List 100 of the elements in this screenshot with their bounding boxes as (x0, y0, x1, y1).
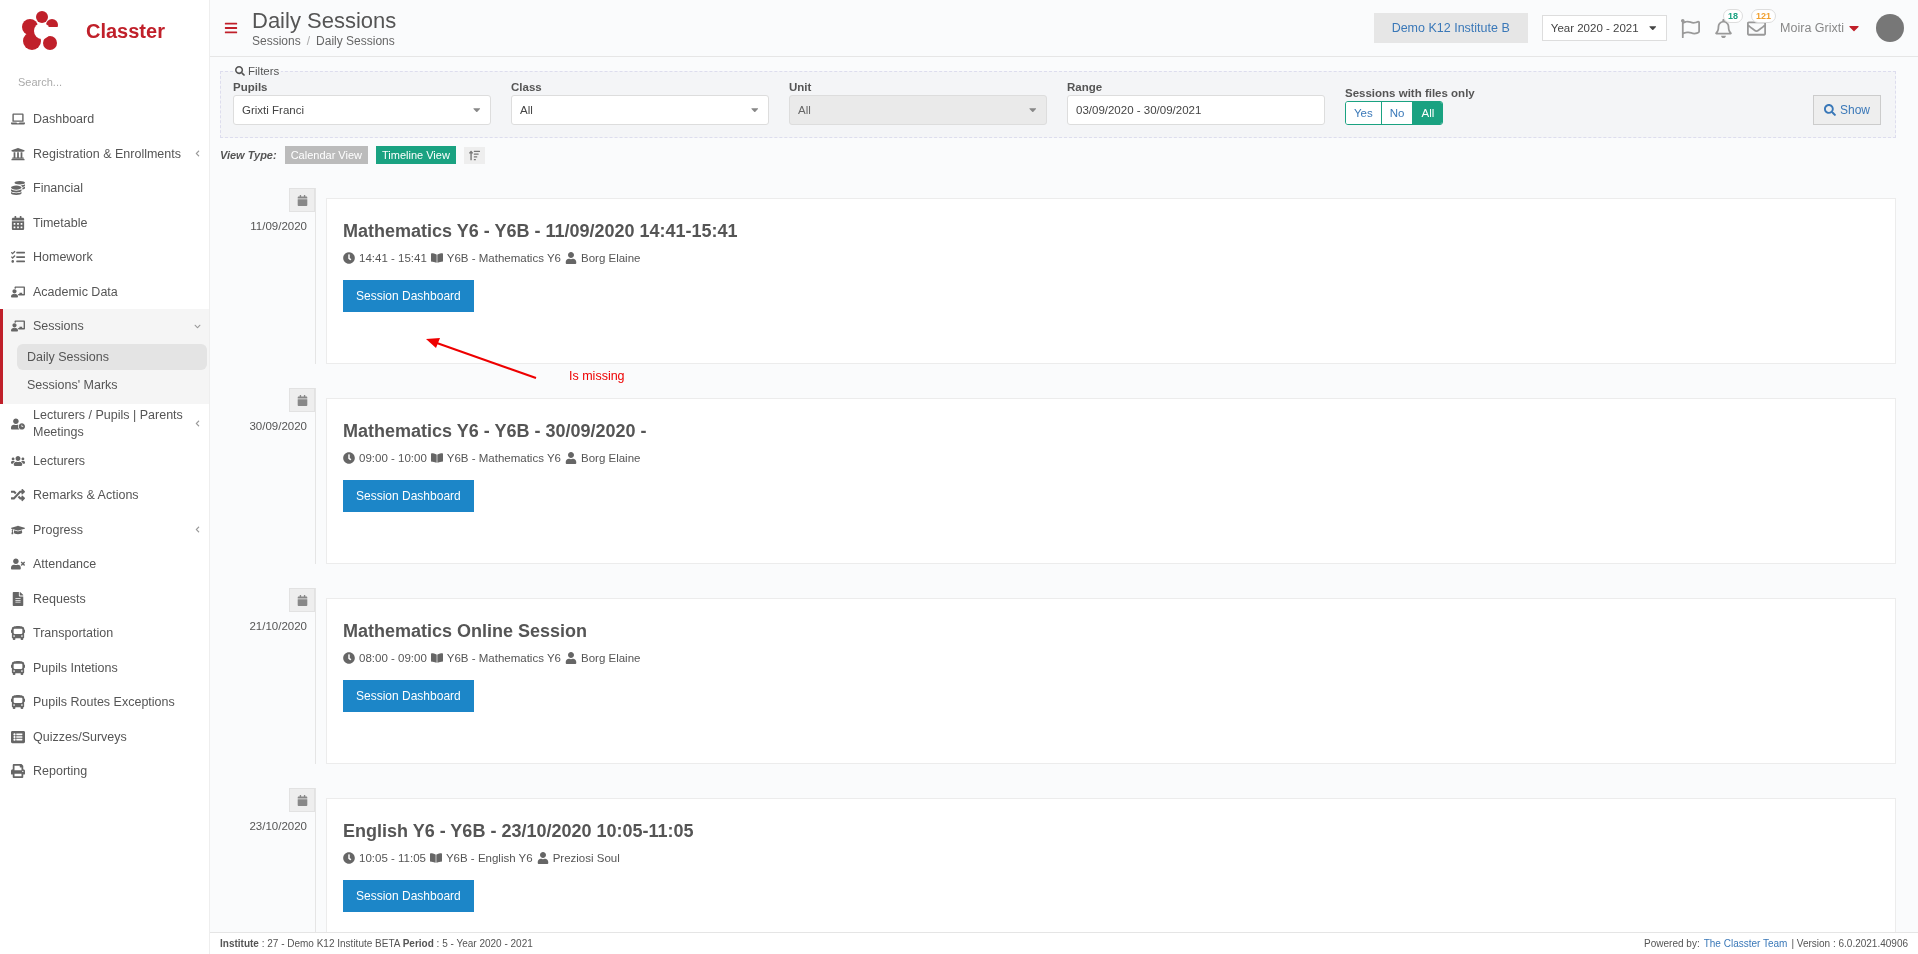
field-label: Pupils (233, 81, 269, 93)
clock-icon (343, 652, 355, 664)
toggle-option[interactable]: Yes (1346, 102, 1382, 124)
footer-info: Institute : 27 - Demo K12 Institute BETA Period : 5 - Year 2020 - 2021 (220, 938, 533, 949)
annotation-text: Is missing (569, 369, 625, 383)
checklist-icon (11, 250, 25, 265)
session-lecturer: Preziosi Soul (552, 852, 620, 864)
sidebar-item[interactable]: Transportation (0, 616, 209, 651)
bus-icon (11, 660, 25, 675)
menu-icon[interactable] (224, 21, 238, 35)
breadcrumb-link[interactable]: Daily Sessions (316, 34, 395, 48)
breadcrumb-separator: / (306, 34, 311, 48)
session-date: 30/09/2020 (249, 420, 308, 432)
sort-icon (468, 149, 480, 161)
sidebar-item[interactable]: Financial (0, 171, 209, 206)
clock-icon (343, 852, 355, 864)
field-label: Range (1067, 81, 1104, 93)
document-icon (11, 591, 25, 606)
chevron-icon (194, 420, 201, 427)
session-lecturer: Borg Elaine (581, 252, 641, 264)
session-class: Y6B - Mathematics Y6 (446, 452, 561, 464)
sidebar-item[interactable]: Requests (0, 581, 209, 616)
sidebar-item[interactable]: Timetable (0, 205, 209, 240)
users-icon (11, 453, 25, 468)
sidebar-item[interactable]: Registration & Enrollments (0, 136, 209, 171)
bus-icon (11, 695, 25, 710)
sidebar-item[interactable]: Pupils Routes Exceptions (0, 685, 209, 720)
session-dashboard-button[interactable]: Session Dashboard (343, 680, 474, 712)
field-label: Sessions with files only (1345, 87, 1475, 99)
institute-button[interactable]: Demo K12 Institute B (1373, 13, 1528, 43)
sidebar-item[interactable]: Reporting (0, 754, 209, 789)
sidebar-item[interactable]: Homework (0, 240, 209, 275)
bank-icon (11, 146, 25, 161)
sidebar-item[interactable]: Lecturers (0, 443, 209, 478)
user-name[interactable]: Moira Grixti (1780, 21, 1844, 35)
select-field[interactable]: Grixti Franci (233, 95, 491, 125)
session-class: Y6B - Mathematics Y6 (446, 252, 561, 264)
teacher-icon (11, 319, 25, 334)
chevron-icon (194, 526, 201, 534)
shuffle-icon (11, 488, 25, 503)
envelope-icon[interactable] (1747, 18, 1767, 38)
session-lecturer: Borg Elaine (581, 452, 641, 464)
date-range-field[interactable]: 03/09/2020 - 30/09/2021 (1067, 95, 1325, 125)
book-icon (430, 652, 443, 664)
select-field[interactable]: All (511, 95, 769, 125)
sidebar-item[interactable]: Sessions (0, 309, 209, 344)
session-class: Y6B - English Y6 (445, 852, 533, 864)
show-button[interactable]: Show (1812, 95, 1881, 125)
bus-icon (11, 626, 25, 641)
book-icon (430, 452, 443, 464)
calendar-icon (11, 215, 25, 230)
page-title: Daily Sessions (252, 8, 397, 34)
sidebar-item[interactable]: Dashboard (0, 102, 209, 137)
message-count: 121 (1751, 8, 1777, 23)
version-text: | Version : 6.0.2021.40906 (1791, 938, 1908, 949)
avatar[interactable] (1876, 14, 1904, 42)
session-date: 23/10/2020 (249, 820, 308, 832)
breadcrumb-link[interactable]: Sessions (252, 34, 301, 48)
sidebar-item[interactable]: Progress (0, 512, 209, 547)
field-label: Class (511, 81, 543, 93)
sidebar-item[interactable]: Academic Data (0, 274, 209, 309)
sidebar-subitem[interactable]: Sessions' Marks (17, 371, 207, 398)
session-title: English Y6 - Y6B - 23/10/2020 10:05-11:05 (343, 821, 695, 842)
session-date: 21/10/2020 (249, 620, 308, 632)
user-icon (565, 452, 577, 464)
session-dashboard-button[interactable]: Session Dashboard (343, 280, 474, 312)
sort-button[interactable] (463, 146, 485, 164)
sidebar-item[interactable]: Remarks & Actions (0, 478, 209, 513)
chevron-icon (194, 322, 201, 330)
session-time: 10:05 - 11:05 (359, 852, 426, 864)
powered-by-text: Powered by: (1644, 938, 1700, 949)
field-label: Unit (789, 81, 813, 93)
clock-icon (343, 452, 355, 464)
presentation-icon (11, 284, 25, 299)
session-dashboard-button[interactable]: Session Dashboard (343, 880, 474, 912)
flag-icon[interactable] (1681, 18, 1701, 38)
year-select[interactable]: Year 2020 - 2021 (1541, 15, 1668, 41)
user-icon (536, 852, 549, 864)
search-icon (235, 66, 245, 76)
sidebar-item[interactable]: Pupils Intetions (0, 650, 209, 685)
user-clock-icon (11, 416, 25, 431)
session-dashboard-button[interactable]: Session Dashboard (343, 480, 474, 512)
toggle-option[interactable]: No (1381, 102, 1414, 124)
sidebar-subitem[interactable]: Daily Sessions (17, 343, 207, 370)
view-type-label: View Type: (220, 149, 277, 161)
session-time: 08:00 - 09:00 (359, 652, 427, 664)
clock-icon (343, 252, 355, 264)
notification-count: 18 (1723, 8, 1744, 23)
sidebar-item[interactable]: Lecturers / Pupils | Parents Meetings (0, 403, 209, 444)
session-time: 09:00 - 10:00 (359, 452, 427, 464)
coins-icon (11, 181, 25, 196)
brand-name: Classter (86, 19, 165, 43)
user-icon (565, 252, 577, 264)
printer-icon (11, 764, 25, 779)
session-title: Mathematics Y6 - Y6B - 11/09/2020 14:41-15:41 (343, 221, 739, 242)
sidebar-item[interactable]: Quizzes/Surveys (0, 719, 209, 754)
session-time: 14:41 - 15:41 (359, 252, 427, 264)
team-link[interactable]: The Classter Team (1703, 938, 1788, 949)
sidebar-item[interactable]: Attendance (0, 547, 209, 582)
chevron-icon (194, 150, 201, 158)
